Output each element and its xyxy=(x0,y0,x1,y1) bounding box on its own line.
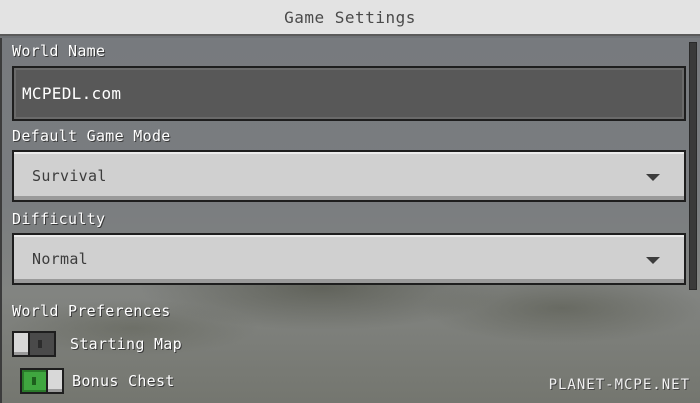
world-name-label: World Name xyxy=(12,42,106,60)
scrollbar[interactable] xyxy=(689,42,697,290)
bonus-chest-row: Bonus Chest xyxy=(20,366,175,396)
title-bar: Game Settings xyxy=(0,0,700,36)
starting-map-label: Starting Map xyxy=(70,335,182,353)
page-title: Game Settings xyxy=(284,7,416,27)
chevron-down-icon xyxy=(646,257,660,264)
difficulty-dropdown[interactable]: Normal xyxy=(12,233,686,285)
toggle-knob xyxy=(46,368,64,394)
watermark: PLANET-MCPE.NET xyxy=(548,377,690,393)
difficulty-label: Difficulty xyxy=(12,210,106,228)
starting-map-row: Starting Map xyxy=(12,329,182,359)
difficulty-selected: Normal xyxy=(32,250,88,268)
starting-map-toggle[interactable] xyxy=(12,331,56,357)
toggle-knob xyxy=(12,331,30,357)
bonus-chest-toggle[interactable] xyxy=(20,368,64,394)
game-mode-label: Default Game Mode xyxy=(12,127,171,145)
settings-panel: World Name MCPEDL.com Default Game Mode … xyxy=(0,38,700,403)
game-mode-selected: Survival xyxy=(32,167,107,185)
world-name-input[interactable]: MCPEDL.com xyxy=(12,66,686,121)
world-name-value: MCPEDL.com xyxy=(22,84,122,103)
toggle-notch xyxy=(38,340,42,348)
game-mode-dropdown[interactable]: Survival xyxy=(12,150,686,202)
chevron-down-icon xyxy=(646,174,660,181)
bonus-chest-label: Bonus Chest xyxy=(72,372,175,390)
world-preferences-heading: World Preferences xyxy=(12,302,171,320)
game-settings-screen: Game Settings World Name MCPEDL.com Defa… xyxy=(0,0,700,403)
toggle-notch xyxy=(32,377,36,385)
